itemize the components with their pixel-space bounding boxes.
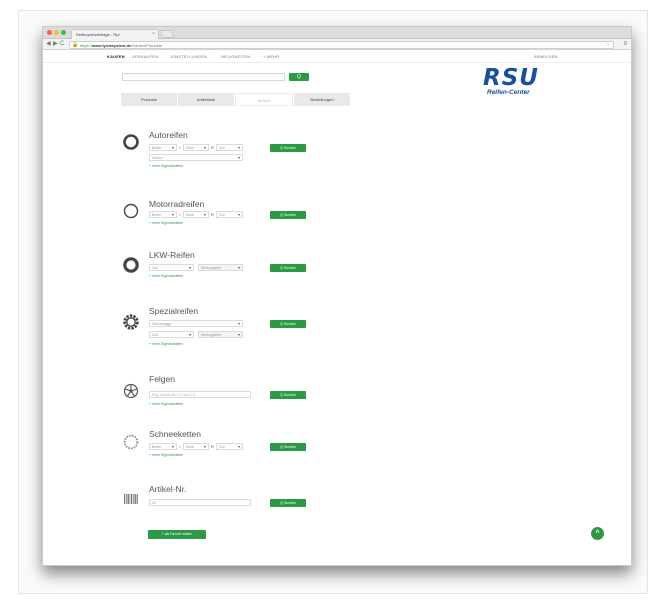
search-button[interactable]: Q [289,73,309,81]
chevron-down-icon: ▾ [237,321,240,326]
section-title: Spezialreifen [149,306,199,316]
chevron-down-icon: ▾ [237,145,240,150]
height-select[interactable]: Serie ▾ [183,211,209,218]
width-select[interactable]: Breite ▾ [149,144,177,151]
chevron-down-icon: ▾ [171,212,174,217]
section-title: Artikel-Nr. [149,484,187,494]
minimize-window-icon[interactable] [54,30,59,35]
url-scheme: https:// [80,42,93,48]
logo-subtitle: Reifen-Center [487,89,530,96]
nav-item-einstellungen[interactable]: EINSTELLUNGEN [171,54,207,59]
site-navigation: KAUFEN VERKAUFEN EINSTELLUNGEN NEUIGKEIT… [43,50,631,63]
chevron-down-icon: ▾ [188,332,191,337]
tab-title: Reifenpreisabfrage - Rpr [76,32,120,37]
browser-menu-icon[interactable]: ≡ [623,40,627,49]
zoll-select[interactable]: Zoll ▾ [216,443,243,450]
close-window-icon[interactable] [47,30,52,35]
maximize-window-icon[interactable] [61,30,66,35]
height-select[interactable]: Serie ▾ [183,144,209,151]
nav-item-verkaufen[interactable]: VERKAUFEN [132,54,158,59]
tab-close-icon[interactable]: × [152,30,155,39]
reload-icon[interactable]: C [60,40,64,49]
nav-item-neuigkeiten[interactable]: NEUIGKEITEN [221,54,250,59]
chevron-down-icon: ▾ [237,265,240,270]
section-title: Schneeketten [149,429,201,439]
chevron-down-icon: ▾ [171,444,174,449]
motorcycle-tire-icon [123,203,139,219]
chevron-down-icon: ▾ [188,265,191,270]
special-tire-icon [123,314,139,330]
url-input[interactable]: 🔒 https://www.lyreasystem.de/Kaufen/Prod… [69,40,614,49]
chevron-down-icon: ▾ [203,444,206,449]
new-tab-button[interactable] [159,30,175,38]
chevron-down-icon: ▾ [237,155,240,160]
back-icon[interactable]: ◀ [46,40,51,49]
chevron-down-icon: ▾ [237,444,240,449]
width-select[interactable]: Breite ▾ [149,443,177,450]
address-bar: ◀ ▶ C 🔒 https://www.lyreasystem.de/Kaufe… [43,39,631,50]
motorradreifen-search-button[interactable]: Q Suchen [270,211,306,219]
barcode-icon [124,494,138,504]
more-properties-link[interactable]: + mehr Eigenschaften [149,402,183,406]
tab-bestellungen[interactable]: Bestellungen [294,93,350,106]
width-select[interactable]: Breite ▾ [149,211,177,218]
section-title: Felgen [149,374,175,384]
chevron-down-icon: ▾ [203,145,206,150]
more-properties-link[interactable]: + mehr Eigenschaften [149,453,183,457]
zoll-select[interactable]: Zoll ▾ [149,331,194,338]
artikel-search-button[interactable]: Q Suchen [270,499,306,507]
tab-produkte[interactable]: Produkte [121,93,177,106]
add-favorite-button[interactable]: + als Favorit nutzen [148,530,206,539]
section-title: LKW-Reifen [149,250,195,260]
lkw-search-button[interactable]: Q Suchen [270,264,306,272]
forward-icon[interactable]: ▶ [53,40,58,49]
chevron-down-icon: ▾ [171,145,174,150]
autoreifen-search-button[interactable]: Q Suchen [270,144,306,152]
chevron-down-icon: ▾ [237,212,240,217]
rim-icon [123,383,139,399]
logo: RSU Reifen-Center [483,67,563,101]
url-host: www.lyreasystem.de [92,42,132,48]
url-path: /Kaufen/Produkte [131,42,163,48]
load-select[interactable]: Stellungsfele ▾ [198,264,243,271]
scroll-top-icon[interactable]: ^ [591,527,604,540]
tab-bar: Reifenpreisabfrage - Rpr × [43,27,631,39]
schneeketten-search-button[interactable]: Q Suchen [270,443,306,451]
felgen-search-button[interactable]: Q Suchen [270,391,306,399]
chevron-down-icon: ▾ [203,212,206,217]
more-properties-link[interactable]: + mehr Eigenschaften [149,274,183,278]
truck-tire-icon [123,257,139,273]
season-select[interactable]: Saison ▾ [149,154,243,161]
nav-item-mehr[interactable]: + MEHR [263,54,279,59]
zoll-select[interactable]: Zoll ▾ [216,211,243,218]
logout-link[interactable]: ABMELDEN [534,54,558,59]
vehicle-doc-input[interactable]: Fzg.-Schein-Nr. 2.2 und 2.3 [149,391,251,398]
snow-chain-icon [123,434,139,450]
more-properties-link[interactable]: + mehr Eigenschaften [149,164,183,168]
article-number-input[interactable]: Nr. [149,499,251,506]
tab-artikelliste[interactable]: Artikelliste [178,93,234,106]
section-title: Motorradreifen [149,199,205,209]
browser-tab[interactable]: Reifenpreisabfrage - Rpr × [71,29,159,39]
tire-icon [123,134,139,150]
search-input[interactable] [122,73,285,81]
search-icon: Q [297,74,301,80]
load-select[interactable]: Stellungsfele ▾ [198,331,243,338]
bookmark-star-icon[interactable]: ☆ [606,42,610,49]
zoll-select[interactable]: Zoll ▾ [216,144,243,151]
browser-window: Reifenpreisabfrage - Rpr × ◀ ▶ C 🔒 https… [42,26,632,566]
nav-item-kaufen[interactable]: KAUFEN [107,54,125,59]
tab-bericht[interactable]: Bericht [235,93,293,106]
more-properties-link[interactable]: + mehr Eigenschaften [149,221,183,225]
spezial-search-button[interactable]: Q Suchen [270,320,306,328]
more-properties-link[interactable]: + mehr Eigenschaften [149,342,183,346]
chevron-down-icon: ▾ [237,332,240,337]
section-title: Autoreifen [149,130,188,140]
vehicle-type-select[interactable]: Fahrzeugtyp ▾ [149,320,243,327]
category-tabs: Produkte Artikelliste Bericht Bestellung… [121,93,351,106]
height-select[interactable]: Serie ▾ [183,443,209,450]
zoll-select[interactable]: Zoll ▾ [149,264,194,271]
lock-icon: 🔒 [72,41,79,48]
logo-text: RSU [483,65,539,91]
